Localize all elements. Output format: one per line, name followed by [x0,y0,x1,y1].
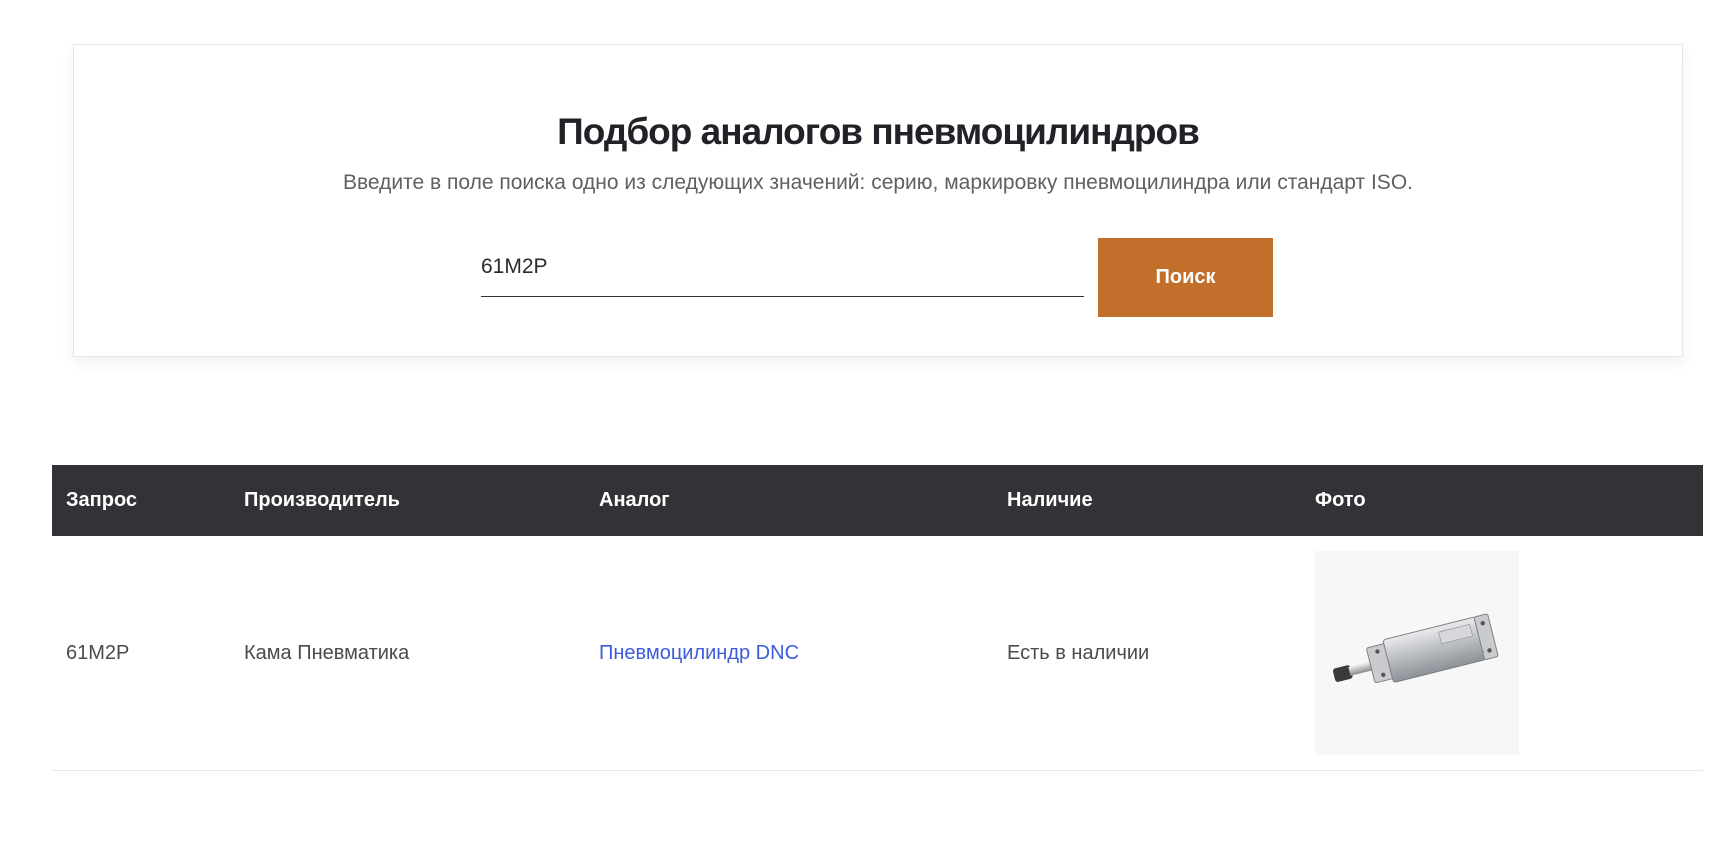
column-header-analog: Аналог [599,489,670,511]
cell-query: 61M2P [52,536,230,771]
table-header-row: Запрос Производитель Аналог Наличие Фото [52,465,1703,536]
page-title: Подбор аналогов пневмоцилиндров [557,111,1200,152]
product-photo[interactable] [1315,551,1519,755]
results-table: Запрос Производитель Аналог Наличие Фото… [52,465,1703,771]
search-input[interactable] [481,238,1084,297]
column-header-query: Запрос [66,489,138,511]
cell-manufacturer: Кама Пневматика [230,536,585,771]
table-row: 61M2P Кама Пневматика Пневмоцилиндр DNC … [52,536,1703,771]
column-header-photo: Фото [1315,489,1366,511]
search-button[interactable]: Поиск [1098,238,1273,317]
page: Подбор аналогов пневмоцилиндров Введите … [0,0,1712,858]
analog-link[interactable]: Пневмоцилиндр DNC [599,642,799,664]
cell-analog: Пневмоцилиндр DNC [585,536,993,771]
cell-availability: Есть в наличии [993,536,1301,771]
cell-photo [1301,536,1703,771]
column-header-manufacturer: Производитель [244,489,400,511]
search-instructions: Введите в поле поиска одно из следующих … [343,171,1413,194]
pneumatic-cylinder-image [1332,613,1499,684]
search-card: Подбор аналогов пневмоцилиндров Введите … [73,44,1683,357]
column-header-availability: Наличие [1007,489,1093,511]
